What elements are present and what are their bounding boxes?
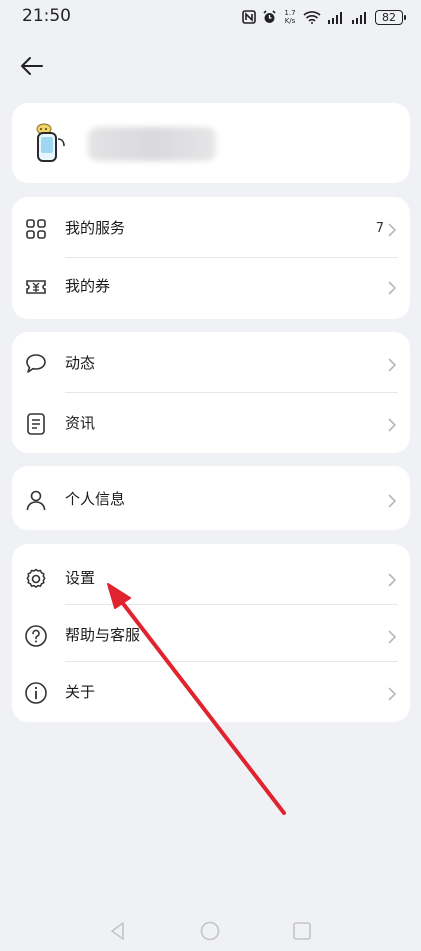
menu-item-label: 关于 bbox=[65, 683, 96, 701]
system-nav-bar bbox=[0, 911, 421, 951]
menu-item-label: 资讯 bbox=[65, 414, 96, 432]
document-icon bbox=[27, 413, 45, 435]
divider bbox=[65, 661, 398, 662]
menu-item-label: 设置 bbox=[65, 569, 96, 587]
nav-home-icon[interactable] bbox=[200, 921, 220, 941]
chevron-right-icon bbox=[388, 358, 396, 372]
profile-card[interactable] bbox=[12, 103, 410, 183]
menu-group-services: 我的服务 7 我的券 bbox=[12, 197, 410, 319]
menu-item-my-coupons[interactable]: 我的券 bbox=[12, 258, 410, 315]
help-icon bbox=[25, 625, 47, 647]
speed-unit: K/s bbox=[284, 17, 296, 25]
alarm-icon bbox=[263, 9, 276, 23]
menu-item-personal-info[interactable]: 个人信息 bbox=[12, 471, 410, 528]
divider bbox=[65, 392, 398, 393]
chevron-right-icon bbox=[388, 630, 396, 644]
grid-icon bbox=[26, 219, 46, 239]
menu-item-my-services[interactable]: 我的服务 7 bbox=[12, 200, 410, 257]
back-arrow-icon bbox=[21, 57, 43, 75]
menu-item-label: 帮助与客服 bbox=[65, 626, 141, 644]
coupon-icon bbox=[26, 280, 46, 294]
menu-item-settings[interactable]: 设置 bbox=[12, 550, 410, 607]
person-icon bbox=[26, 490, 46, 511]
gear-icon bbox=[26, 568, 46, 588]
chevron-right-icon bbox=[388, 418, 396, 432]
battery-indicator: 82 bbox=[375, 9, 406, 25]
chevron-right-icon bbox=[388, 223, 396, 237]
menu-group-settings: 设置 帮助与客服 关于 bbox=[12, 544, 410, 722]
nav-back-icon[interactable] bbox=[108, 921, 128, 941]
signal-icon bbox=[328, 11, 342, 24]
menu-item-label: 动态 bbox=[65, 354, 96, 372]
network-speed: 1.7 K/s bbox=[283, 9, 297, 25]
status-icons: 1.7 K/s 82 bbox=[242, 8, 406, 26]
status-bar: 21:50 1.7 K/s 82 bbox=[0, 0, 421, 36]
menu-item-label: 个人信息 bbox=[65, 490, 126, 508]
chevron-right-icon bbox=[388, 573, 396, 587]
speed-value: 1.7 bbox=[284, 9, 296, 17]
chevron-right-icon bbox=[388, 687, 396, 701]
avatar[interactable] bbox=[30, 121, 76, 167]
nav-recents-icon[interactable] bbox=[292, 921, 312, 941]
services-count: 7 bbox=[375, 221, 384, 236]
menu-group-feed: 动态 资讯 bbox=[12, 332, 410, 453]
menu-item-help[interactable]: 帮助与客服 bbox=[12, 607, 410, 664]
status-time: 21:50 bbox=[22, 6, 71, 26]
menu-group-profile: 个人信息 bbox=[12, 466, 410, 530]
chevron-right-icon bbox=[388, 281, 396, 295]
chat-bubble-icon bbox=[26, 354, 46, 373]
back-button[interactable] bbox=[14, 50, 50, 82]
menu-item-about[interactable]: 关于 bbox=[12, 664, 410, 721]
signal-icon-2 bbox=[352, 11, 366, 24]
info-icon bbox=[25, 682, 47, 704]
menu-item-news[interactable]: 资讯 bbox=[12, 395, 410, 452]
divider bbox=[65, 604, 398, 605]
menu-item-label: 我的服务 bbox=[65, 219, 126, 237]
wifi-icon bbox=[303, 11, 321, 24]
nfc-icon bbox=[242, 10, 256, 24]
profile-name-blurred bbox=[88, 127, 216, 161]
menu-item-moments[interactable]: 动态 bbox=[12, 335, 410, 392]
chevron-right-icon bbox=[388, 494, 396, 508]
menu-item-label: 我的券 bbox=[65, 277, 111, 295]
